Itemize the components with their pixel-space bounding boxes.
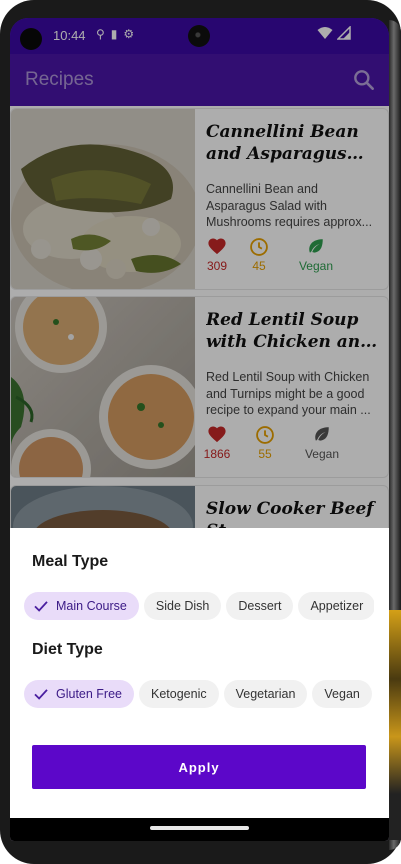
chip-dessert[interactable]: Dessert <box>226 592 294 620</box>
diet-label: Vegan <box>304 447 340 461</box>
diet-type-title: Diet Type <box>32 641 103 658</box>
apply-button[interactable]: Apply <box>32 745 366 789</box>
heart-icon <box>206 237 228 257</box>
recipe-description: Cannellini Bean and Asparagus Salad with… <box>206 182 373 229</box>
usb-icon: ⚲ <box>96 27 111 41</box>
chip-ketogenic[interactable]: Ketogenic <box>139 680 219 708</box>
vegan-stat: Vegan <box>296 237 336 273</box>
front-camera <box>188 25 210 47</box>
recipe-image <box>11 297 203 477</box>
recipe-card[interactable]: Cannellini Bean and Asparagus Salad w...… <box>10 108 389 290</box>
gesture-nav-bar <box>10 818 389 841</box>
camera-cutout <box>20 28 42 50</box>
filter-bottom-sheet: Meal Type Main Course Side Dish Dessert … <box>10 528 389 818</box>
likes-stat: 309 <box>206 237 228 273</box>
minutes-count: 45 <box>252 259 266 273</box>
recipe-title: Cannellini Bean and Asparagus Salad w... <box>206 122 359 164</box>
chip-label: Appetizer <box>310 599 364 613</box>
likes-count: 309 <box>206 259 228 273</box>
recipe-description: Red Lentil Soup with Chicken and Turnips… <box>206 370 371 417</box>
chip-side-dish[interactable]: Side Dish <box>143 592 222 620</box>
chip-vegetarian[interactable]: Vegetarian <box>223 680 308 708</box>
chip-label: Vegetarian <box>235 687 296 701</box>
clock-icon <box>254 425 276 445</box>
leaf-icon <box>302 425 342 445</box>
likes-count: 1866 <box>203 447 231 461</box>
chip-label: Dessert <box>238 599 282 613</box>
check-icon <box>34 689 48 700</box>
status-icons: ⚲▮⚙ <box>96 27 140 41</box>
chip-label: Vegan <box>324 687 360 701</box>
diet-label: Vegan <box>298 259 334 273</box>
vegan-stat: Vegan <box>302 425 342 461</box>
meal-type-chips[interactable]: Main Course Side Dish Dessert Appetizer <box>24 592 374 622</box>
check-icon <box>34 601 48 612</box>
clock-icon <box>248 237 270 257</box>
time-stat: 55 <box>254 425 276 461</box>
time-stat: 45 <box>248 237 270 273</box>
chip-gluten-free[interactable]: Gluten Free <box>24 680 135 708</box>
minutes-count: 55 <box>258 447 272 461</box>
diet-type-chips[interactable]: Gluten Free Ketogenic Vegetarian Vegan <box>24 680 374 710</box>
chip-label: Main Course <box>56 599 127 613</box>
settings-icon: ⚙ <box>123 27 141 41</box>
leaf-icon <box>296 237 336 257</box>
sd-card-icon: ▮ <box>110 27 124 41</box>
status-time: 10:44 <box>53 28 86 43</box>
wifi-icon <box>317 27 333 39</box>
recipe-title: Red Lentil Soup with Chicken and Turnips <box>206 310 373 352</box>
phone-frame: Cannellini Bean and Asparagus Salad w...… <box>0 0 401 864</box>
chip-label: Ketogenic <box>151 687 207 701</box>
likes-stat: 1866 <box>202 425 232 461</box>
app-bar: Recipes <box>10 54 389 106</box>
chip-label: Side Dish <box>155 599 210 613</box>
recipe-stats: 1866 55 Vegan <box>204 425 386 465</box>
chip-main-course[interactable]: Main Course <box>24 592 139 620</box>
screen: Cannellini Bean and Asparagus Salad w...… <box>10 18 389 841</box>
background-strip <box>389 610 401 840</box>
meal-type-title: Meal Type <box>32 553 109 570</box>
app-title: Recipes <box>25 69 94 90</box>
chip-appetizer[interactable]: Appetizer <box>298 592 374 620</box>
chip-vegan[interactable]: Vegan <box>312 680 372 708</box>
signal-icon <box>337 26 351 40</box>
search-icon[interactable] <box>351 67 377 93</box>
status-bar: 10:44 ⚲▮⚙ <box>10 18 389 54</box>
signal-indicators <box>317 26 351 40</box>
chip-label: Gluten Free <box>56 687 123 701</box>
recipe-stats: 309 45 Vegan <box>206 237 386 277</box>
recipe-image <box>11 109 201 289</box>
heart-icon <box>202 425 232 445</box>
home-handle[interactable] <box>150 826 249 830</box>
recipe-card[interactable]: Red Lentil Soup with Chicken and Turnips… <box>10 296 389 478</box>
